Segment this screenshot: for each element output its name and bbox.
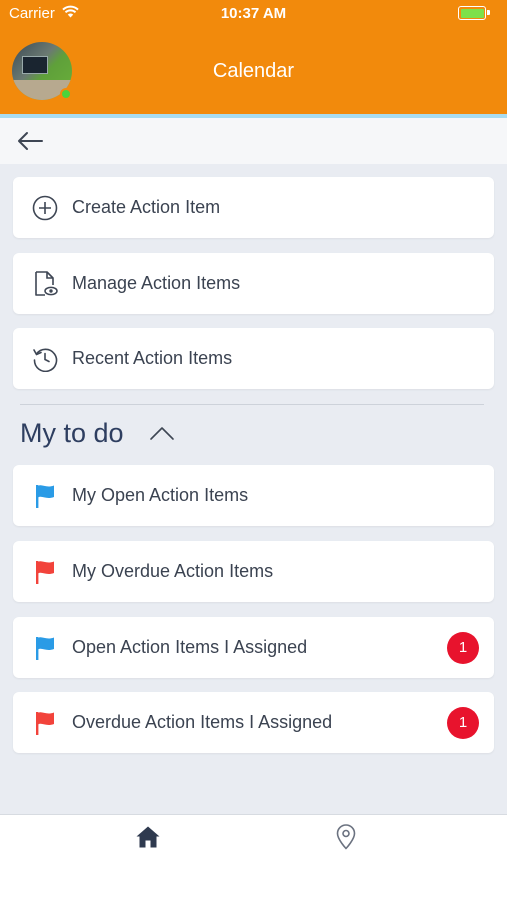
card-label: My Open Action Items — [72, 485, 249, 505]
flag-red-icon — [31, 558, 59, 586]
collapse-toggle-button[interactable] — [148, 423, 176, 443]
card-label: Create Action Item — [72, 197, 221, 217]
recent-action-items-button[interactable]: Recent Action Items — [13, 328, 494, 389]
plus-circle-icon — [31, 194, 59, 222]
history-clock-icon — [31, 345, 59, 373]
my-overdue-action-items-button[interactable]: My Overdue Action Items — [13, 541, 494, 602]
tab-location[interactable] — [332, 823, 360, 851]
manage-action-items-button[interactable]: Manage Action Items — [13, 253, 494, 314]
arrow-left-icon — [18, 132, 43, 150]
status-time: 10:37 AM — [220, 5, 287, 22]
document-eye-icon — [31, 270, 59, 298]
flag-blue-icon — [31, 482, 59, 510]
section-title: My to do — [20, 418, 124, 448]
page-title: Calendar — [212, 60, 295, 82]
card-label: Recent Action Items — [72, 348, 233, 368]
online-status-indicator — [60, 88, 72, 100]
nav-bar — [0, 118, 507, 164]
flag-blue-icon — [31, 634, 59, 662]
home-icon — [136, 826, 160, 848]
overdue-action-items-i-assigned-button[interactable]: Overdue Action Items I Assigned 1 — [13, 692, 494, 753]
flag-red-icon — [31, 709, 59, 737]
card-label: My Overdue Action Items — [72, 561, 274, 581]
back-button[interactable] — [14, 127, 46, 155]
my-open-action-items-button[interactable]: My Open Action Items — [13, 465, 494, 526]
battery-icon — [458, 6, 490, 20]
card-label: Manage Action Items — [72, 273, 241, 293]
status-bar: Carrier 10:37 AM — [0, 0, 507, 28]
tab-home[interactable] — [134, 823, 162, 851]
count-badge: 1 — [447, 632, 479, 664]
card-label: Overdue Action Items I Assigned — [72, 712, 333, 732]
section-divider — [20, 404, 484, 405]
tab-bar — [0, 814, 507, 900]
card-label: Open Action Items I Assigned — [72, 637, 308, 657]
create-action-item-button[interactable]: Create Action Item — [13, 177, 494, 238]
count-badge: 1 — [447, 707, 479, 739]
open-action-items-i-assigned-button[interactable]: Open Action Items I Assigned 1 — [13, 617, 494, 678]
location-pin-icon — [336, 824, 356, 850]
chevron-up-icon — [150, 427, 174, 440]
